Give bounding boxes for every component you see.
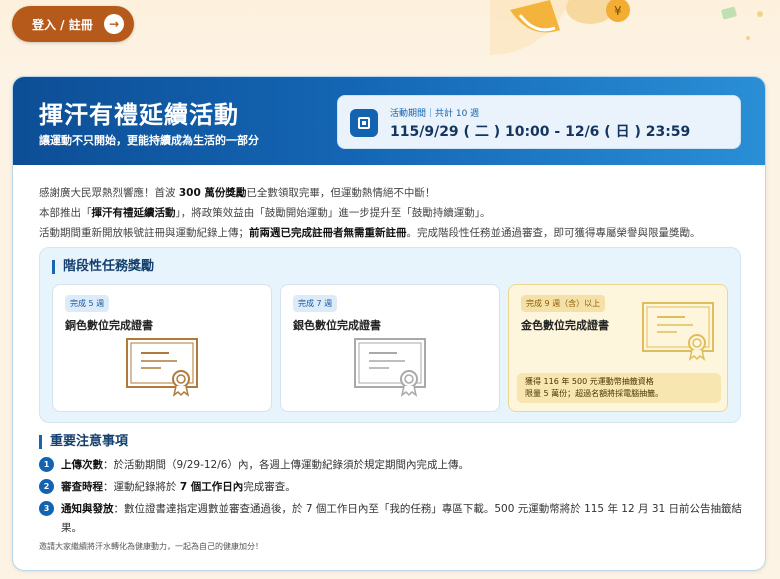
arrow-right-icon: → bbox=[104, 14, 124, 34]
section-title-notes: 重要注意事項 bbox=[39, 435, 128, 449]
reward-name: 銀色數位完成證書 bbox=[293, 319, 381, 332]
intro-line-2: 本部推出「揮汗有禮延續活動」，將政策效益由「鼓勵開始運動」進一步提升至「鼓勵持續… bbox=[39, 207, 491, 219]
gold-reward-note: 獲得 116 年 500 元運動幣抽籤資格 限量 5 萬份；超過名額將採電腦抽籤… bbox=[517, 373, 721, 403]
period-label: 活動期間｜共計 10 週 bbox=[390, 109, 480, 119]
intro-line-3: 活動期間重新開放帳號註冊與運動紀錄上傳；前兩週已完成註冊者無需重新註冊。完成階段… bbox=[39, 227, 701, 239]
reward-card-bronze: 完成 5 週 銅色數位完成證書 bbox=[52, 284, 272, 412]
note-item: 1 上傳次數：於活動期間（9/29-12/6）內，各週上傳運動紀錄須於規定期間內… bbox=[39, 455, 759, 477]
certificate-icon bbox=[126, 338, 198, 397]
note-label: 審查時程 bbox=[61, 481, 103, 493]
svg-text:¥: ¥ bbox=[614, 4, 622, 18]
footer-note: 邀請大家繼續將汗水轉化為健康動力，一起為自己的健康加分！ bbox=[39, 542, 263, 551]
important-notes: 1 上傳次數：於活動期間（9/29-12/6）內，各週上傳運動紀錄須於規定期間內… bbox=[39, 455, 759, 539]
period-value: 115/9/29 ( 二 ) 10:00 - 12/6 ( 日 ) 23:59 bbox=[390, 124, 691, 140]
activity-card: 揮汗有禮延續活動 讓運動不只開始，更能持續成為生活的一部分 活動期間｜共計 10… bbox=[12, 76, 766, 571]
note-label: 通知與發放 bbox=[61, 503, 114, 515]
number-badge: 2 bbox=[39, 479, 54, 494]
reward-tag: 完成 7 週 bbox=[293, 295, 338, 312]
gold-note-line-1: 獲得 116 年 500 元運動幣抽籤資格 bbox=[525, 377, 654, 386]
certificate-icon bbox=[642, 302, 714, 361]
calendar-icon bbox=[350, 109, 378, 137]
page-subtitle: 讓運動不只開始，更能持續成為生活的一部分 bbox=[39, 134, 259, 147]
stage-task-rewards: 階段性任務獎勵 完成 5 週 銅色數位完成證書 完成 7 週 銀色數位完成證書 bbox=[39, 247, 741, 423]
note-text: ：於活動期間（9/29-12/6）內，各週上傳運動紀錄須於規定期間內完成上傳。 bbox=[103, 459, 469, 471]
banner-illustration: ¥ bbox=[490, 0, 763, 55]
reward-card-silver: 完成 7 週 銀色數位完成證書 bbox=[280, 284, 500, 412]
intro-line-1: 感謝廣大民眾熱烈響應！首波 300 萬份獎勵已全數領取完畢，但運動熱情絕不中斷！ bbox=[39, 187, 436, 199]
page-title: 揮汗有禮延續活動 bbox=[39, 101, 239, 129]
reward-name: 銅色數位完成證書 bbox=[65, 319, 153, 332]
note-label: 上傳次數 bbox=[61, 459, 103, 471]
gold-note-line-2: 限量 5 萬份；超過名額將採電腦抽籤。 bbox=[525, 389, 664, 398]
reward-tag: 完成 5 週 bbox=[65, 295, 110, 312]
section-title-tasks: 階段性任務獎勵 bbox=[52, 260, 154, 274]
note-item: 3 通知與發放：數位證書達指定週數並審查通過後，於 7 個工作日內至「我的任務」… bbox=[39, 499, 759, 539]
certificate-icon bbox=[354, 338, 426, 397]
reward-card-gold: 完成 9 週（含）以上 金色數位完成證書 獲得 116 年 500 元運動幣抽籤… bbox=[508, 284, 728, 412]
activity-period-box: 活動期間｜共計 10 週 115/9/29 ( 二 ) 10:00 - 12/6… bbox=[337, 95, 741, 149]
login-register-button[interactable]: 登入 / 註冊 → bbox=[12, 6, 134, 42]
note-item: 2 審查時程：運動紀錄將於 7 個工作日內完成審查。 bbox=[39, 477, 759, 499]
reward-name: 金色數位完成證書 bbox=[521, 319, 609, 332]
number-badge: 3 bbox=[39, 501, 54, 516]
intro-text: 感謝廣大民眾熱烈響應！首波 300 萬份獎勵已全數領取完畢，但運動熱情絕不中斷！… bbox=[39, 183, 749, 243]
note-text: ：數位證書達指定週數並審查通過後，於 7 個工作日內至「我的任務」專區下載。50… bbox=[61, 503, 743, 534]
login-register-label: 登入 / 註冊 bbox=[32, 17, 93, 32]
reward-tag: 完成 9 週（含）以上 bbox=[521, 295, 606, 312]
activity-header: 揮汗有禮延續活動 讓運動不只開始，更能持續成為生活的一部分 活動期間｜共計 10… bbox=[13, 77, 765, 165]
number-badge: 1 bbox=[39, 457, 54, 472]
